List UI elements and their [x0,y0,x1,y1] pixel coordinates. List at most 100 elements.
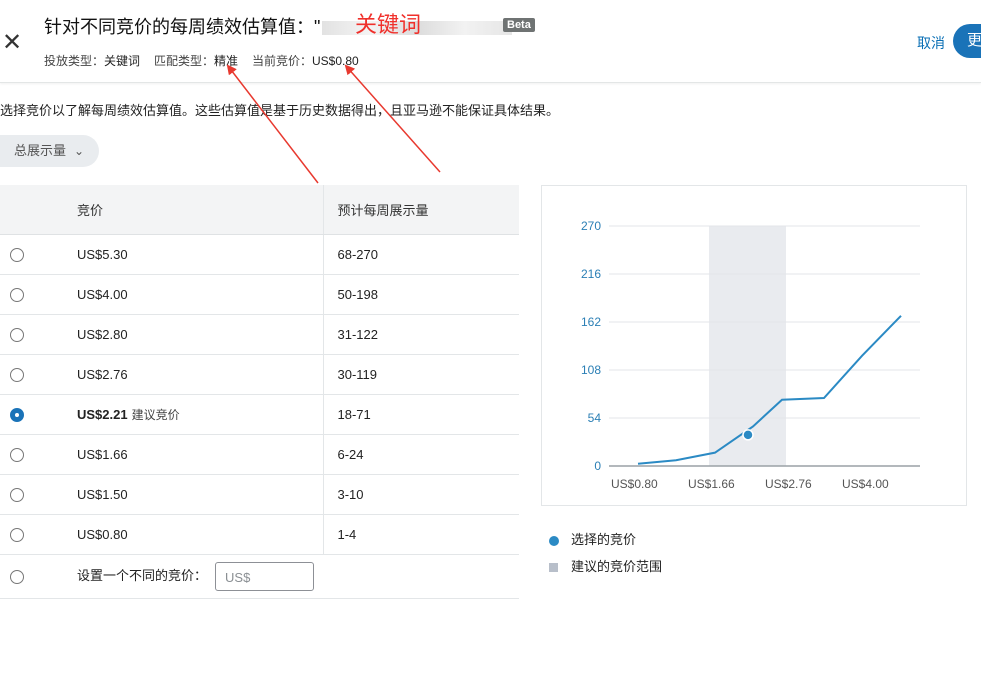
bid-value: US$2.76 [77,367,128,382]
row-radio-cell [0,274,63,315]
bid-radio[interactable] [10,528,24,543]
modal-header: ✕ 针对不同竞价的每周绩效估算值：" 关键词 Beta 投放类型：关键词 匹配类… [0,0,981,83]
row-radio-cell [0,514,63,555]
legend-selected-label: 选择的竞价 [571,532,637,547]
row-radio-cell [0,434,63,475]
cancel-button[interactable]: 取消 [917,33,945,53]
custom-bid-row: 设置一个不同的竞价： US$ [0,554,519,599]
x-tick-label: US$1.66 [688,477,735,491]
match-type: 匹配类型：精准 [154,52,238,69]
x-tick-label: US$4.00 [842,477,889,491]
bid-radio[interactable] [10,488,24,503]
metric-dropdown[interactable]: 总展示量 ⌄ [0,135,99,167]
targeting-type-label: 投放类型： [44,54,105,68]
row-radio-cell [0,474,63,515]
table-row[interactable]: US$2.80 31-122 [0,314,519,355]
bid-cell: US$2.21 建议竞价 [63,394,324,435]
targeting-type: 投放类型：关键词 [44,52,140,69]
modal-title: 针对不同竞价的每周绩效估算值：" [44,13,513,39]
bid-table: 竞价 预计每周展示量 US$5.30 68-270 US$4.00 50-198 US$… [0,185,519,599]
chevron-down-icon: ⌄ [74,144,85,158]
bid-radio[interactable] [10,248,24,263]
table-row[interactable]: US$2.76 30-119 [0,354,519,395]
y-tick-label: 0 [594,459,601,473]
beta-badge: Beta [503,18,535,32]
y-tick-label: 270 [581,219,601,233]
bid-cell: US$0.80 [63,514,324,555]
bid-cell: US$2.80 [63,314,324,355]
suggested-range-legend-swatch [549,563,558,573]
impressions-cell: 30-119 [323,354,519,395]
table-row[interactable]: US$0.80 1-4 [0,514,519,555]
selected-bid-point [742,429,754,441]
table-row[interactable]: US$4.00 50-198 [0,274,519,315]
chart-panel: 0 54 108 162 216 270 US$0.80 US$1.66 US$2.76 US$4… [541,185,967,506]
bid-radio[interactable] [10,368,24,383]
primary-button[interactable]: 更 [953,24,981,58]
x-tick-label: US$0.80 [611,477,658,491]
current-bid-value: US$0.80 [312,54,359,68]
impressions-chart: 0 54 108 162 216 270 US$0.80 US$1.66 US$2.76 US$4… [581,219,920,491]
legend-selected: 选择的竞价 [549,529,636,548]
metric-dropdown-label: 总展示量 [14,143,67,158]
y-tick-label: 216 [581,267,601,281]
row-radio-cell [0,314,63,355]
row-radio-cell [0,554,63,599]
current-bid-label: 当前竞价： [252,54,313,68]
x-tick-label: US$2.76 [765,477,812,491]
suggested-bid-tag: 建议竞价 [131,408,180,422]
header-radio-col [0,185,63,235]
y-tick-label: 108 [581,363,601,377]
bid-cell: US$2.76 [63,354,324,395]
custom-bid-input[interactable]: US$ [215,562,315,591]
row-radio-cell [0,354,63,395]
bid-value: US$5.30 [77,247,128,262]
impressions-cell: 68-270 [323,234,519,275]
bid-radio[interactable] [10,288,24,303]
header-impressions: 预计每周展示量 [323,185,519,235]
custom-bid-cell: 设置一个不同的竞价： US$ [63,554,519,599]
selected-bid-legend-dot [549,535,559,546]
custom-bid-radio[interactable] [10,570,24,585]
current-bid: 当前竞价：US$0.80 [252,52,359,69]
bid-value: US$0.80 [77,527,128,542]
impressions-cell: 18-71 [323,394,519,435]
impressions-cell: 6-24 [323,434,519,475]
table-row[interactable]: US$2.21 建议竞价 18-71 [0,394,519,435]
row-radio-cell [0,234,63,275]
title-text: 针对不同竞价的每周绩效估算值：" [44,17,321,37]
impressions-cell: 50-198 [323,274,519,315]
bid-cell: US$1.66 [63,434,324,475]
bid-cell: US$1.50 [63,474,324,515]
legend-range: 建议的竞价范围 [549,556,662,575]
impressions-cell: 1-4 [323,514,519,555]
bid-table-header: 竞价 预计每周展示量 [0,185,519,235]
bid-radio[interactable] [10,328,24,343]
bid-value: US$1.66 [77,447,128,462]
annotation-arrow-match-type [226,64,319,184]
legend-range-label: 建议的竞价范围 [571,559,663,574]
bid-radio[interactable] [10,448,24,463]
bid-value: US$2.21 [77,407,128,422]
impressions-cell: 3-10 [323,474,519,515]
targeting-type-value: 关键词 [104,54,141,68]
match-type-label: 匹配类型： [154,54,215,68]
table-row[interactable]: US$5.30 68-270 [0,234,519,275]
keyword-annotation: 关键词 [355,12,422,37]
bid-radio[interactable] [10,408,24,423]
custom-bid-label: 设置一个不同的竞价： [77,567,208,583]
impressions-cell: 31-122 [323,314,519,355]
match-type-value: 精准 [214,54,239,68]
y-tick-label: 162 [581,315,601,329]
table-row[interactable]: US$1.50 3-10 [0,474,519,515]
header-bid: 竞价 [63,185,324,235]
row-radio-cell [0,394,63,435]
table-row[interactable]: US$1.66 6-24 [0,434,519,475]
instruction-text: 选择竞价以了解每周绩效估算值。这些估算值是基于历史数据得出，且亚马逊不能保证具体… [0,103,560,118]
bid-value: US$4.00 [77,287,128,302]
bid-cell: US$4.00 [63,274,324,315]
bid-value: US$1.50 [77,487,128,502]
y-tick-label: 54 [588,411,602,425]
bid-cell: US$5.30 [63,234,324,275]
close-icon[interactable]: ✕ [2,28,22,57]
